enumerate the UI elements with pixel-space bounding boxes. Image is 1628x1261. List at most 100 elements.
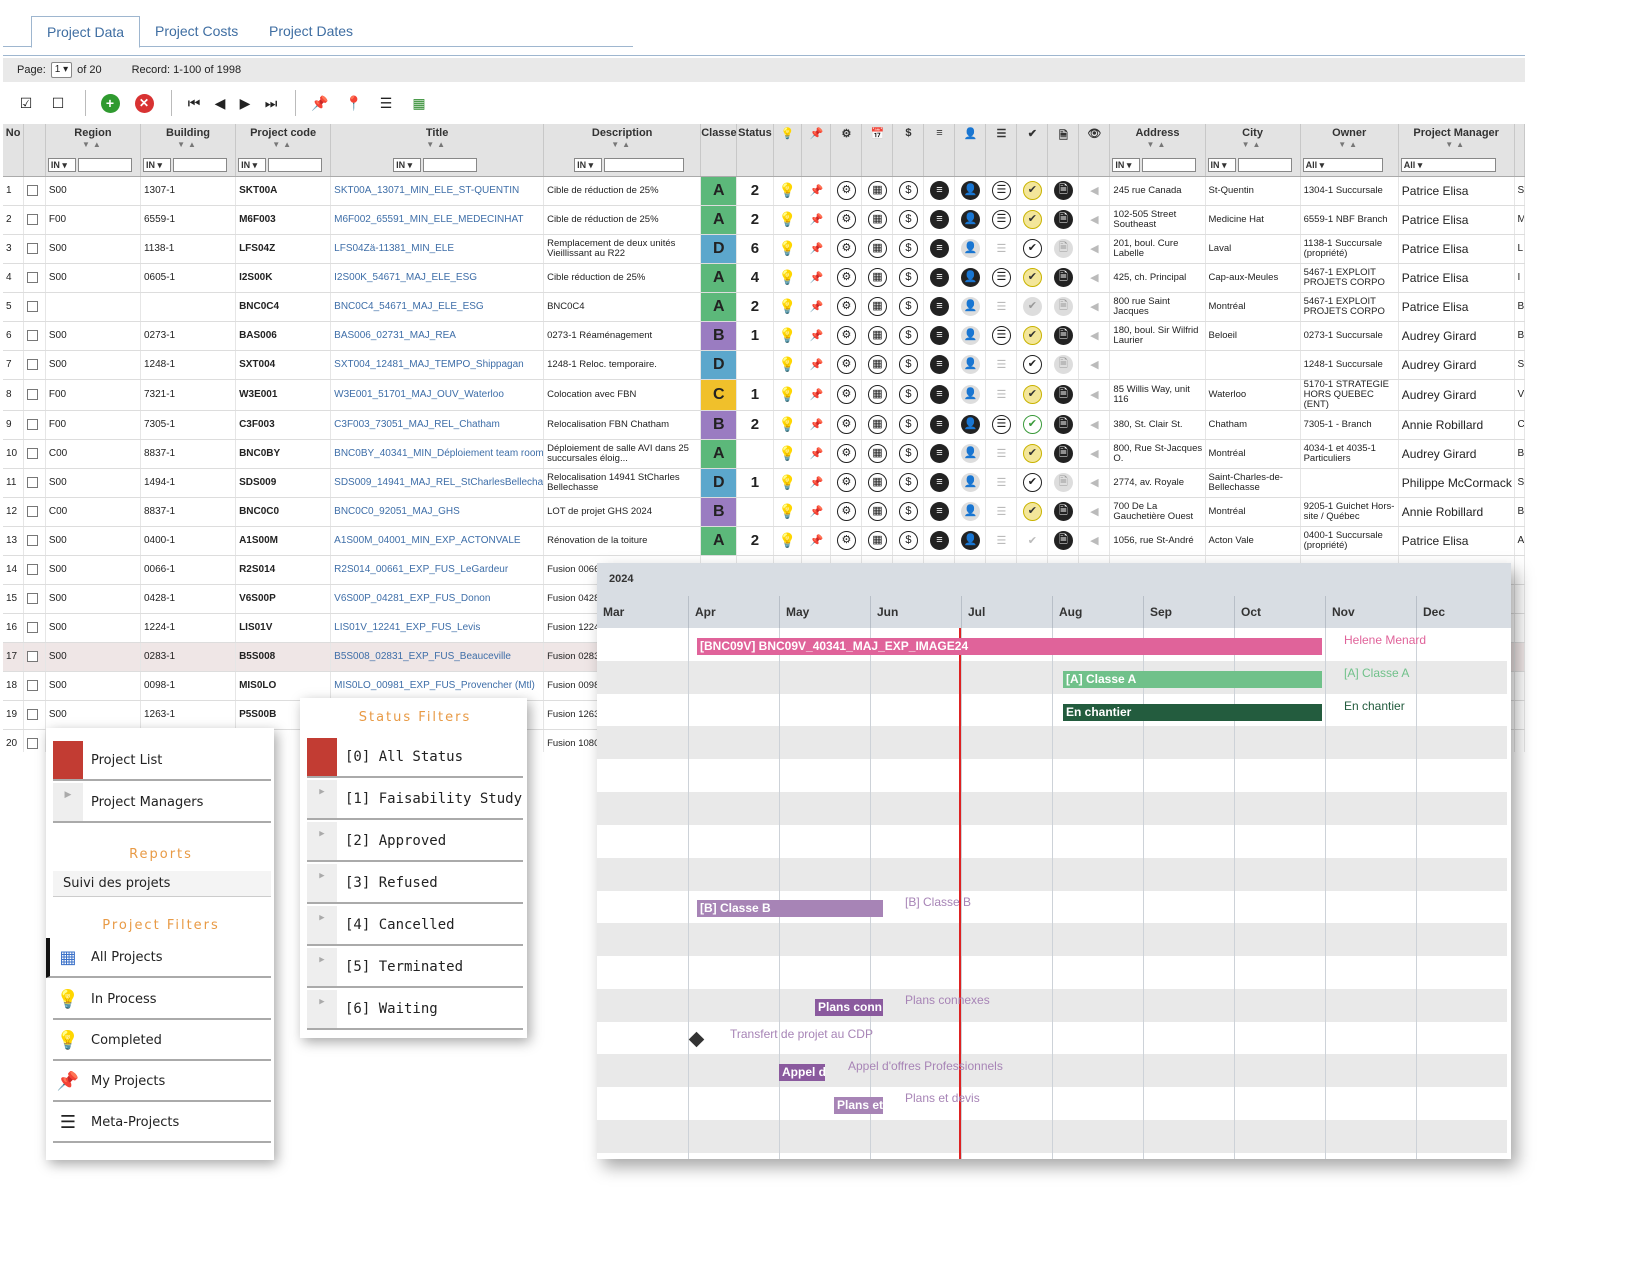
- bulb-icon[interactable]: 💡: [779, 327, 796, 343]
- eye-icon[interactable]: ◀: [1090, 301, 1098, 313]
- bulb-icon[interactable]: 💡: [779, 211, 796, 227]
- status-filter-item[interactable]: ▶ [4] Cancelled: [307, 906, 523, 946]
- user-icon[interactable]: 👤: [960, 297, 980, 316]
- row-checkbox[interactable]: [27, 476, 39, 488]
- row-checkbox[interactable]: [27, 300, 39, 312]
- pin-icon[interactable]: 📌: [810, 214, 824, 226]
- eye-icon[interactable]: ◀: [1090, 419, 1098, 431]
- project-title-link[interactable]: SKT00A_13071_MIN_ELE_ST-QUENTIN: [330, 176, 545, 206]
- dollar-icon[interactable]: $: [898, 181, 918, 200]
- title-filter-input[interactable]: [423, 157, 478, 172]
- eye-icon[interactable]: ◀: [1090, 506, 1098, 518]
- project-title-link[interactable]: C3F003_73051_MAJ_REL_Chatham: [330, 410, 545, 440]
- table-row[interactable]: 7 S00 1248-1 SXT004 SXT004_12481_MAJ_TEMPO_S…: [3, 350, 1525, 380]
- eye-icon[interactable]: ◀: [1090, 535, 1098, 547]
- user-icon[interactable]: 👤: [960, 444, 980, 463]
- building-operator-select[interactable]: IN ▾: [142, 157, 171, 172]
- region-filter-input[interactable]: [77, 157, 132, 172]
- project-title-link[interactable]: SDS009_14941_MAJ_REL_StCharlesBellechass: [330, 468, 545, 498]
- dollar-icon[interactable]: $: [898, 415, 918, 434]
- gear-icon[interactable]: ⚙: [836, 355, 856, 374]
- row-checkbox[interactable]: [27, 447, 39, 459]
- database-icon[interactable]: ≡: [929, 473, 949, 492]
- check-icon[interactable]: ✔: [1022, 210, 1042, 229]
- bulb-icon[interactable]: 💡: [779, 386, 796, 402]
- eye-icon[interactable]: ◀: [1090, 214, 1098, 226]
- add-icon[interactable]: +: [99, 92, 121, 114]
- row-checkbox[interactable]: [27, 708, 39, 720]
- project-title-link[interactable]: W3E001_51701_MAJ_OUV_Waterloo: [330, 379, 545, 411]
- gear-icon[interactable]: ⚙: [836, 210, 856, 229]
- col-code[interactable]: Project code ▼▲ IN ▾: [235, 124, 332, 177]
- user-icon[interactable]: 👤: [960, 181, 980, 200]
- table-row[interactable]: 11 S00 1494-1 SDS009 SDS009_14941_MAJ_REL_St…: [3, 468, 1525, 498]
- document-icon[interactable]: 🗎: [1053, 415, 1073, 434]
- row-checkbox[interactable]: [27, 242, 39, 254]
- tab-project-costs[interactable]: Project Costs: [140, 16, 253, 48]
- check-icon[interactable]: ✔: [1022, 239, 1042, 258]
- document-icon[interactable]: 🗎: [1053, 326, 1073, 345]
- pin-icon[interactable]: 📌: [810, 330, 824, 342]
- sort-arrows-icon[interactable]: ▼▲: [331, 140, 543, 150]
- project-title-link[interactable]: SXT004_12481_MAJ_TEMPO_Shippagan: [330, 350, 545, 380]
- pin-icon[interactable]: 📌: [810, 389, 824, 401]
- meta-project-icon[interactable]: ☰: [375, 92, 397, 114]
- calendar-icon[interactable]: ▦: [867, 415, 887, 434]
- eye-icon[interactable]: ◀: [1090, 185, 1098, 197]
- table-row[interactable]: 2 F00 6559-1 M6F003 M6F002_65591_MIN_ELE_MED…: [3, 205, 1525, 235]
- user-icon[interactable]: 👤: [960, 473, 980, 492]
- dollar-icon[interactable]: $: [898, 268, 918, 287]
- row-checkbox[interactable]: [27, 621, 39, 633]
- eye-icon[interactable]: ◀: [1090, 359, 1098, 371]
- document-icon[interactable]: 🗎: [1053, 239, 1073, 258]
- table-row[interactable]: 4 S00 0605-1 I2S00K I2S00K_54671_MAJ_ELE_ESG…: [3, 263, 1525, 293]
- database-icon[interactable]: ≡: [929, 502, 949, 521]
- user-icon[interactable]: 👤: [960, 531, 980, 550]
- eye-icon[interactable]: ◀: [1090, 243, 1098, 255]
- calendar-icon[interactable]: ▦: [867, 444, 887, 463]
- project-title-link[interactable]: BNC0C0_92051_MAJ_GHS: [330, 497, 545, 527]
- document-icon[interactable]: 🗎: [1053, 444, 1073, 463]
- code-filter-input[interactable]: [268, 157, 323, 172]
- document-icon[interactable]: 🗎: [1053, 297, 1073, 316]
- check-icon[interactable]: ✔: [1028, 535, 1037, 547]
- col-no[interactable]: No: [3, 124, 25, 177]
- city-operator-select[interactable]: IN ▾: [1207, 157, 1236, 172]
- project-title-link[interactable]: V6S00P_04281_EXP_FUS_Donon: [330, 584, 545, 614]
- col-address[interactable]: Address ▼▲ IN ▾: [1109, 124, 1206, 177]
- next-page-icon[interactable]: ▶: [234, 92, 256, 114]
- project-title-link[interactable]: M6F002_65591_MIN_ELE_MEDECINHAT: [330, 205, 545, 235]
- table-row[interactable]: 5 BNC0C4 BNC0C4_54671_MAJ_ELE_ESG BNC0C4 A 2 💡…: [3, 292, 1525, 322]
- check-icon[interactable]: ✔: [1022, 326, 1042, 345]
- row-checkbox[interactable]: [27, 679, 39, 691]
- bulb-icon[interactable]: 💡: [779, 298, 796, 314]
- bulb-icon[interactable]: 💡: [779, 503, 796, 519]
- status-filter-item[interactable]: ▶ [2] Approved: [307, 822, 523, 862]
- bulb-icon[interactable]: 💡: [779, 416, 796, 432]
- dollar-icon[interactable]: $: [898, 473, 918, 492]
- user-icon[interactable]: 👤: [960, 502, 980, 521]
- prev-page-icon[interactable]: ◀: [209, 92, 231, 114]
- dollar-icon[interactable]: $: [898, 297, 918, 316]
- dollar-icon[interactable]: $: [898, 239, 918, 258]
- status-filter-item[interactable]: ▶ [1] Faisability Study: [307, 780, 523, 820]
- document-icon[interactable]: 🗎: [1053, 473, 1073, 492]
- user-icon[interactable]: 👤: [960, 239, 980, 258]
- user-icon[interactable]: 👤: [960, 355, 980, 374]
- description-operator-select[interactable]: IN ▾: [574, 157, 603, 172]
- col-calendar[interactable]: 📅: [861, 124, 894, 177]
- sort-arrows-icon[interactable]: ▼▲: [1110, 140, 1204, 150]
- check-icon[interactable]: ✔: [1022, 355, 1042, 374]
- document-icon[interactable]: 🗎: [1053, 502, 1073, 521]
- first-page-icon[interactable]: ⏮: [183, 92, 205, 114]
- table-row[interactable]: 13 S00 0400-1 A1S00M A1S00M_04001_MIN_EXP_AC…: [3, 526, 1525, 556]
- project-title-link[interactable]: LFS04Zä-11381_MIN_ELE: [330, 234, 545, 264]
- table-row[interactable]: 8 F00 7321-1 W3E001 W3E001_51701_MAJ_OUV_Wat…: [3, 379, 1525, 411]
- table-row[interactable]: 9 F00 7305-1 C3F003 C3F003_73051_MAJ_REL_Cha…: [3, 410, 1525, 440]
- description-filter-input[interactable]: [604, 157, 685, 172]
- calendar-icon[interactable]: ▦: [867, 502, 887, 521]
- pin-icon[interactable]: 📌: [810, 185, 824, 197]
- meta-project-icon[interactable]: ☰: [996, 448, 1006, 460]
- calendar-icon[interactable]: ▦: [867, 531, 887, 550]
- last-page-icon[interactable]: ⏭: [260, 92, 282, 114]
